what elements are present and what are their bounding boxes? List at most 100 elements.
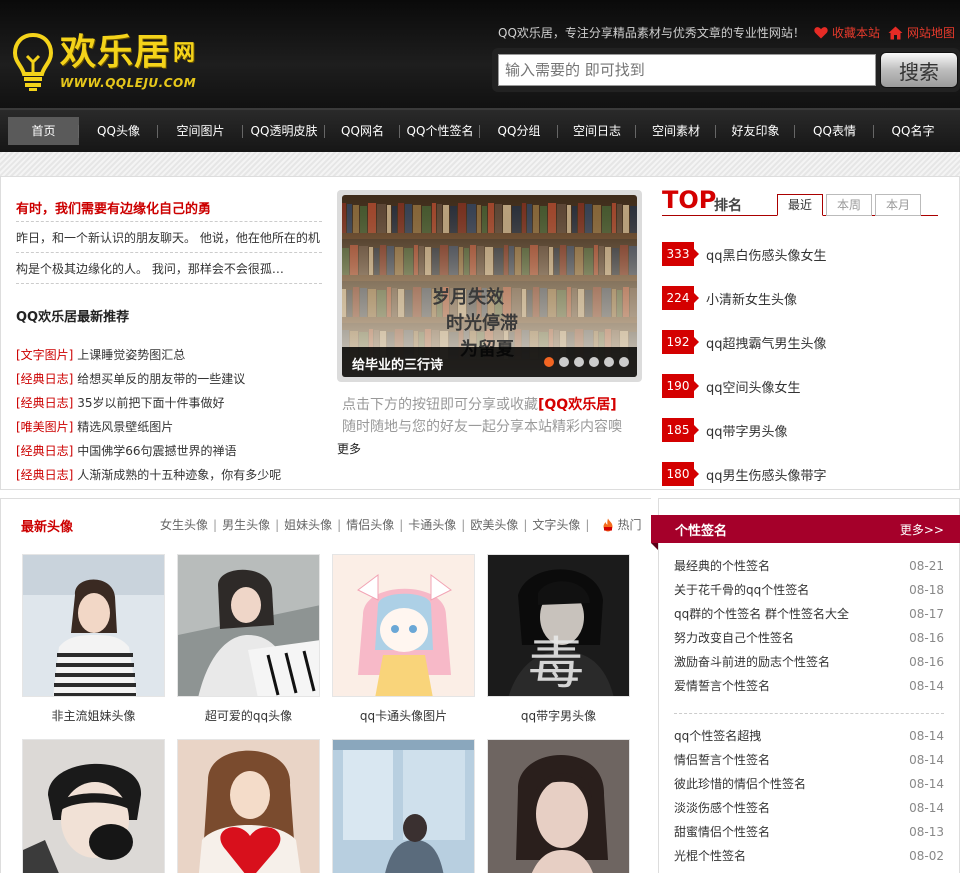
avatar-thumbnail[interactable]: [177, 739, 320, 873]
list-item[interactable]: qq个性签名超拽 08-14: [674, 724, 944, 748]
category-link[interactable]: [经典日志]: [16, 468, 73, 482]
slideshow-dot[interactable]: [604, 357, 614, 367]
nav-item-space-materials[interactable]: 空间素材: [636, 117, 716, 145]
article-link[interactable]: 35岁以前把下面十件事做好: [77, 396, 224, 410]
ranking-item[interactable]: 192 qq超拽霸气男生头像: [662, 320, 827, 364]
avatar-thumbnail[interactable]: 毒: [487, 554, 630, 697]
list-item[interactable]: 甜蜜情侣个性签名 08-13: [674, 820, 944, 844]
category-link[interactable]: [唯美图片]: [16, 420, 73, 434]
slideshow-dot[interactable]: [544, 357, 554, 367]
category-link[interactable]: 姐妹头像: [284, 516, 332, 533]
ranking-link[interactable]: qq空间头像女生: [706, 377, 801, 396]
slideshow[interactable]: 岁月失效 时光停滞 为留夏 给毕业的三行诗: [342, 195, 637, 377]
avatar-thumbnail[interactable]: [332, 739, 475, 873]
nav-item-qq-avatar[interactable]: QQ头像: [79, 117, 158, 145]
list-item[interactable]: [经典日志] 给想买单反的朋友带的一些建议: [16, 368, 281, 392]
nav-item-qq-emoticons[interactable]: QQ表情: [795, 117, 874, 145]
search-input[interactable]: [498, 54, 876, 86]
avatar-thumbnail[interactable]: [22, 554, 165, 697]
avatar-thumbnail[interactable]: [332, 554, 475, 697]
category-link[interactable]: 男生头像: [222, 516, 270, 533]
category-link[interactable]: 情侣头像: [346, 516, 394, 533]
ranking-link[interactable]: qq黑白伤感头像女生: [706, 245, 827, 264]
sitemap-link[interactable]: 网站地图: [888, 24, 955, 41]
nav-item-qq-groups[interactable]: QQ分组: [480, 117, 558, 145]
category-link[interactable]: 卡通头像: [408, 516, 456, 533]
signature-link[interactable]: 甜蜜情侣个性签名: [674, 820, 770, 844]
avatar-caption[interactable]: 超可爱的qq头像: [177, 707, 320, 724]
article-link[interactable]: 给想买单反的朋友带的一些建议: [77, 372, 245, 386]
ranking-item[interactable]: 185 qq带字男头像: [662, 408, 827, 452]
slideshow-dot[interactable]: [574, 357, 584, 367]
lead-article-title[interactable]: 有时，我们需要有边缘化自己的勇: [16, 198, 211, 217]
avatar-caption[interactable]: 非主流姐妹头像: [22, 707, 165, 724]
signature-link[interactable]: 淡淡伤感个性签名: [674, 796, 770, 820]
nav-item-qq-names[interactable]: QQ名字: [874, 117, 952, 145]
avatar-caption[interactable]: qq卡通头像图片: [332, 707, 475, 724]
article-link[interactable]: 精选风景壁纸图片: [77, 420, 173, 434]
add-favorite-link[interactable]: 收藏本站: [814, 24, 880, 41]
slideshow-dot[interactable]: [619, 357, 629, 367]
nav-item-qq-nickname[interactable]: QQ网名: [325, 117, 400, 145]
slideshow-dot[interactable]: [589, 357, 599, 367]
list-item[interactable]: 努力改变自己个性签名 08-16: [674, 626, 944, 650]
ranking-link[interactable]: qq男生伤感头像带字: [706, 465, 827, 484]
ranking-link[interactable]: qq超拽霸气男生头像: [706, 333, 827, 352]
avatar-caption[interactable]: qq带字男头像: [487, 707, 630, 724]
article-link[interactable]: 中国佛学66句震撼世界的禅语: [77, 444, 236, 458]
list-item[interactable]: 淡淡伤感个性签名 08-14: [674, 796, 944, 820]
signature-link[interactable]: 爱情誓言个性签名: [674, 674, 770, 698]
category-link[interactable]: 欧美头像: [470, 516, 518, 533]
category-link[interactable]: [经典日志]: [16, 372, 73, 386]
list-item[interactable]: [唯美图片] 精选风景壁纸图片: [16, 416, 281, 440]
ranking-item[interactable]: 224 小清新女生头像: [662, 276, 827, 320]
signature-link[interactable]: qq群的个性签名 群个性签名大全: [674, 602, 849, 626]
signature-link[interactable]: 激励奋斗前进的励志个性签名: [674, 650, 830, 674]
category-link[interactable]: [经典日志]: [16, 444, 73, 458]
ranking-item[interactable]: 333 qq黑白伤感头像女生: [662, 232, 827, 276]
article-link[interactable]: 上课睡觉姿势图汇总: [77, 348, 185, 362]
ranking-link[interactable]: 小清新女生头像: [706, 289, 797, 308]
list-item[interactable]: [文字图片] 上课睡觉姿势图汇总: [16, 344, 281, 368]
avatar-thumbnail[interactable]: [177, 554, 320, 697]
list-item[interactable]: 关于花千骨的qq个性签名 08-18: [674, 578, 944, 602]
ranking-item[interactable]: 190 qq空间头像女生: [662, 364, 827, 408]
ranking-item[interactable]: 180 qq男生伤感头像带字: [662, 452, 827, 496]
nav-item-qq-signature[interactable]: QQ个性签名: [400, 117, 480, 145]
signature-link[interactable]: 情侣誓言个性签名: [674, 748, 770, 772]
avatar-thumbnail[interactable]: [22, 739, 165, 873]
list-item[interactable]: 爱情誓言个性签名 08-14: [674, 674, 944, 698]
hot-link[interactable]: 热门: [617, 516, 641, 533]
category-link[interactable]: 女生头像: [160, 516, 208, 533]
category-link[interactable]: [文字图片]: [16, 348, 73, 362]
more-link[interactable]: 更多: [337, 440, 361, 457]
category-link[interactable]: 文字头像: [532, 516, 580, 533]
category-link[interactable]: [经典日志]: [16, 396, 73, 410]
list-item[interactable]: 情侣誓言个性签名 08-14: [674, 748, 944, 772]
signature-link[interactable]: 最经典的个性签名: [674, 554, 770, 578]
nav-item-home[interactable]: 首页: [8, 117, 79, 145]
list-item[interactable]: [经典日志] 35岁以前把下面十件事做好: [16, 392, 281, 416]
signature-more-link[interactable]: 更多>>: [900, 521, 944, 538]
site-logo[interactable]: 欢乐居网 WWW.QQLEJU.COM: [12, 30, 222, 96]
nav-item-transparent-skin[interactable]: QQ透明皮肤: [243, 117, 325, 145]
list-item[interactable]: 激励奋斗前进的励志个性签名 08-16: [674, 650, 944, 674]
list-item[interactable]: qq群的个性签名 群个性签名大全 08-17: [674, 602, 944, 626]
slideshow-dot[interactable]: [559, 357, 569, 367]
list-item[interactable]: [经典日志] 人渐渐成熟的十五种迹象，你有多少呢: [16, 464, 281, 488]
nav-item-space-images[interactable]: 空间图片: [158, 117, 243, 145]
signature-link[interactable]: 光棍个性签名: [674, 844, 746, 868]
list-item[interactable]: 最经典的个性签名 08-21: [674, 554, 944, 578]
nav-item-friend-impression[interactable]: 好友印象: [716, 117, 795, 145]
signature-link[interactable]: 彼此珍惜的情侣个性签名: [674, 772, 806, 796]
tab-this-week[interactable]: 本周: [826, 194, 872, 216]
tab-this-month[interactable]: 本月: [875, 194, 921, 216]
search-button[interactable]: 搜索: [880, 52, 958, 88]
slideshow-caption[interactable]: 给毕业的三行诗: [352, 354, 443, 373]
signature-link[interactable]: qq个性签名超拽: [674, 724, 761, 748]
signature-link[interactable]: 关于花千骨的qq个性签名: [674, 578, 809, 602]
list-item[interactable]: 彼此珍惜的情侣个性签名 08-14: [674, 772, 944, 796]
avatar-thumbnail[interactable]: [487, 739, 630, 873]
list-item[interactable]: 光棍个性签名 08-02: [674, 844, 944, 868]
ranking-link[interactable]: qq带字男头像: [706, 421, 788, 440]
